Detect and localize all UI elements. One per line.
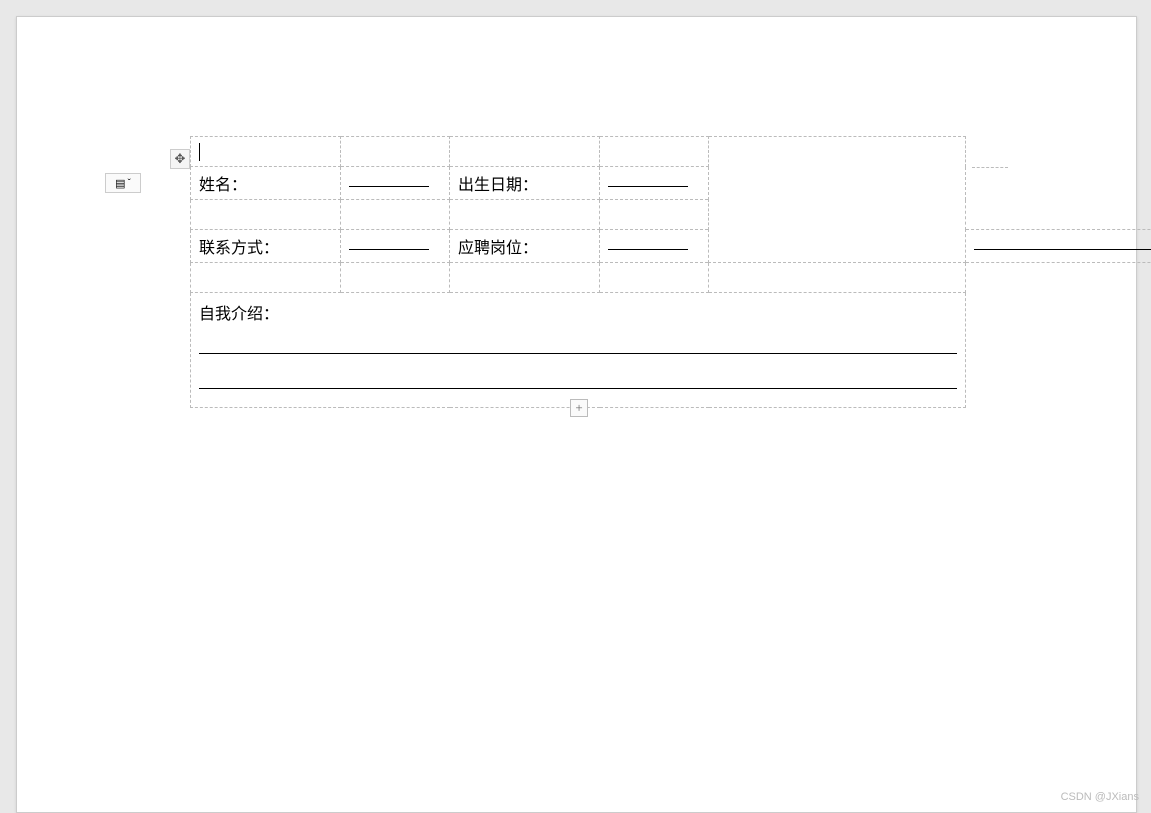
- underline: [608, 186, 688, 187]
- table-cell[interactable]: [191, 200, 341, 230]
- table-cell[interactable]: [191, 263, 341, 293]
- table-row: [191, 200, 1151, 230]
- table-row: [191, 263, 1151, 293]
- contact-label-cell[interactable]: 联系方式：: [191, 230, 341, 263]
- underline: [974, 249, 1151, 250]
- table-cell[interactable]: [450, 137, 600, 167]
- name-label-cell[interactable]: 姓名：: [191, 167, 341, 200]
- intro-cell[interactable]: 自我介绍：: [191, 293, 966, 408]
- table-row: 联系方式： 应聘岗位：: [191, 230, 1151, 263]
- document-page: ▤ ˇ ✥ 姓名： 出生日期：: [16, 16, 1137, 813]
- contact-value-cell[interactable]: [341, 230, 450, 263]
- table-move-handle[interactable]: ✥: [170, 149, 190, 169]
- underline: [199, 353, 957, 354]
- dob-value-cell[interactable]: [600, 167, 709, 200]
- contact-label: 联系方式：: [199, 240, 279, 257]
- dob-label-cell[interactable]: 出生日期：: [450, 167, 600, 200]
- chevron-down-icon: ˇ: [128, 178, 131, 189]
- table-cell[interactable]: [600, 137, 709, 167]
- table-cell[interactable]: [341, 263, 450, 293]
- underline: [349, 186, 429, 187]
- underline: [199, 388, 957, 389]
- table-row: [191, 137, 1151, 167]
- table-cell[interactable]: [709, 263, 966, 293]
- form-table[interactable]: 姓名： 出生日期： 联系方式： 应聘岗位：: [190, 136, 1151, 408]
- form-table-container: 姓名： 出生日期： 联系方式： 应聘岗位：: [190, 136, 1151, 408]
- intro-label: 自我介绍：: [199, 306, 279, 323]
- add-row-button[interactable]: +: [570, 399, 588, 417]
- plus-icon: +: [575, 400, 582, 415]
- position-label: 应聘岗位：: [458, 240, 538, 257]
- name-value-cell[interactable]: [341, 167, 450, 200]
- table-cell[interactable]: [709, 137, 966, 263]
- table-row: 自我介绍：: [191, 293, 1151, 408]
- table-cell[interactable]: [600, 200, 709, 230]
- name-label: 姓名：: [199, 177, 247, 194]
- move-icon: ✥: [175, 151, 186, 167]
- underline: [608, 249, 688, 250]
- table-cell[interactable]: [341, 137, 450, 167]
- table-cell[interactable]: [966, 230, 1151, 263]
- position-label-cell[interactable]: 应聘岗位：: [450, 230, 600, 263]
- table-row: 姓名： 出生日期：: [191, 167, 1151, 200]
- layout-icon: ▤: [115, 177, 125, 190]
- table-cell[interactable]: [341, 200, 450, 230]
- table-cell[interactable]: [600, 263, 709, 293]
- table-cell[interactable]: [450, 263, 600, 293]
- watermark: CSDN @JXians: [1061, 791, 1139, 803]
- underline: [349, 249, 429, 250]
- dob-label: 出生日期：: [458, 177, 538, 194]
- text-cursor: [199, 143, 200, 161]
- table-cell[interactable]: [450, 200, 600, 230]
- layout-options-button[interactable]: ▤ ˇ: [105, 173, 141, 193]
- position-value-cell[interactable]: [600, 230, 709, 263]
- table-cell[interactable]: [191, 137, 341, 167]
